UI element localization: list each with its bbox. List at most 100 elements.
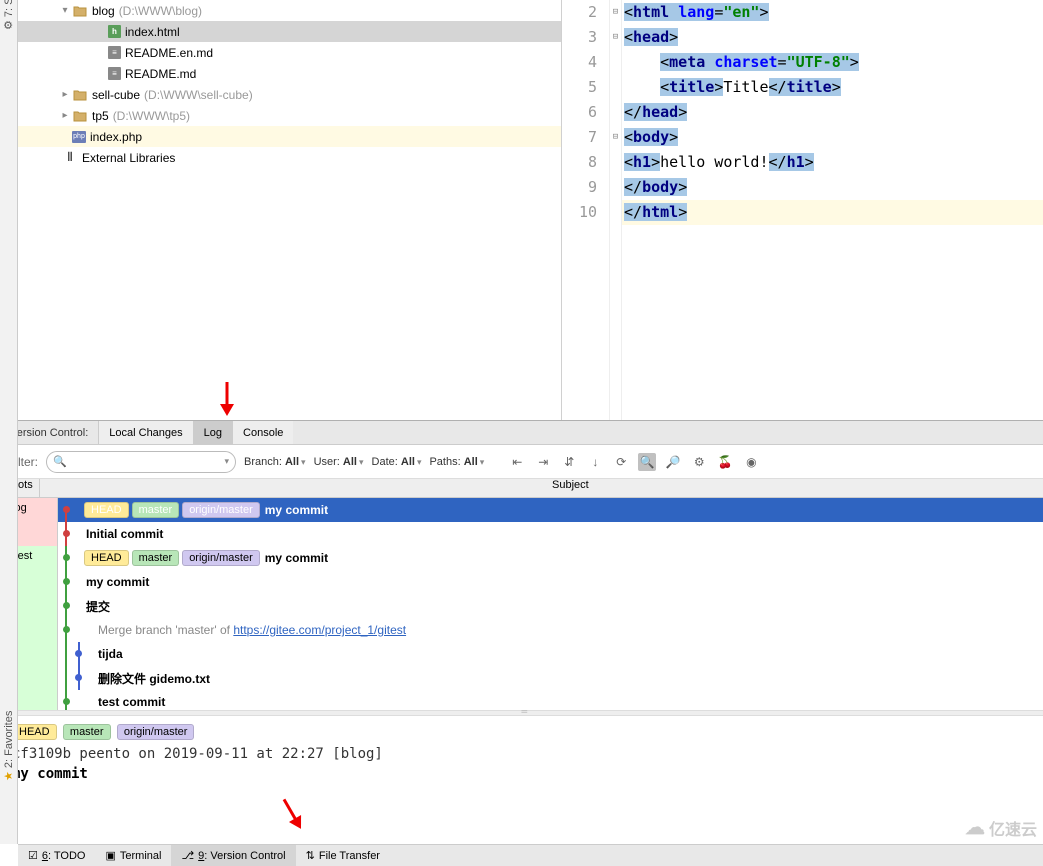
refresh-icon[interactable]: ⟳	[612, 453, 630, 471]
commit-subject: 删除文件 gidemo.txt	[98, 670, 210, 687]
left-tool-gutter: ⚙7: Structure	[0, 0, 18, 420]
log-row[interactable]: test commit	[58, 690, 1043, 710]
log-row[interactable]: 提交	[58, 594, 1043, 618]
tab-log[interactable]: Log	[193, 421, 232, 444]
tab-label: Terminal	[120, 850, 162, 862]
tree-item[interactable]: ⫴External Libraries	[18, 147, 561, 168]
tree-item[interactable]: ≡ README.md	[18, 63, 561, 84]
tab-icon: ⇅	[306, 849, 315, 862]
settings-icon[interactable]: ⚙	[690, 453, 708, 471]
commit-subject: my commit	[265, 503, 328, 517]
dropdown-icon[interactable]: ▾	[224, 456, 229, 467]
search-2-icon[interactable]: 🔎	[664, 453, 682, 471]
tree-arrow-icon[interactable]: ▸	[58, 110, 72, 121]
graph-cell	[62, 570, 84, 594]
commit-subject: Initial commit	[86, 527, 163, 541]
user-filter[interactable]: User: All▾	[314, 456, 364, 468]
html-file-icon: h	[108, 25, 121, 38]
code-area[interactable]: <html lang="en"><head> <meta charset="UT…	[622, 0, 1043, 420]
search-icon: 🔍	[53, 455, 67, 468]
highlight-icon[interactable]: ◉	[742, 453, 760, 471]
editor-pane[interactable]: 2345678910 ⊟⊟⊟ <html lang="en"><head> <m…	[562, 0, 1043, 420]
graph-cell	[62, 642, 96, 666]
graph-cell	[62, 594, 84, 618]
badge-head: HEAD	[12, 724, 57, 740]
collapse-icon[interactable]: ⇤	[508, 453, 526, 471]
tree-item[interactable]: php index.php	[18, 126, 561, 147]
commit-message: my commit	[12, 766, 1031, 782]
tree-label: sell-cube	[92, 88, 140, 102]
intellisort-icon[interactable]: ⇵	[560, 453, 578, 471]
commit-subject: my commit	[86, 575, 149, 589]
line-numbers: 2345678910	[562, 0, 610, 420]
log-row[interactable]: HEADmasterorigin/mastermy commit	[58, 546, 1043, 570]
bottom-tab[interactable]: ⇅ File Transfer	[296, 845, 390, 866]
ref-badge: master	[132, 502, 180, 518]
graph-cell	[62, 546, 84, 570]
commit-link[interactable]: https://gitee.com/project_1/gitest	[233, 623, 406, 637]
log-row[interactable]: 删除文件 gidemo.txt	[58, 666, 1043, 690]
badge-master: master	[63, 724, 111, 740]
tree-label: tp5	[92, 109, 109, 123]
tab-console[interactable]: Console	[232, 421, 293, 444]
tab-label: 9: Version Control	[198, 850, 285, 862]
bottom-tab[interactable]: ▣ Terminal	[96, 845, 172, 866]
tree-arrow-icon[interactable]: ▾	[58, 5, 72, 16]
goto-icon[interactable]: ↓	[586, 453, 604, 471]
preview-icon[interactable]: 🔍	[638, 453, 656, 471]
panel-resizer[interactable]	[0, 710, 1043, 716]
version-control-panel: Version Control: Local Changes Log Conso…	[0, 420, 1043, 816]
php-file-icon: php	[72, 131, 86, 143]
bottom-tab[interactable]: ☑6: TODO	[18, 845, 96, 866]
ref-badge: HEAD	[84, 550, 129, 566]
tree-label: index.php	[90, 130, 142, 144]
library-icon: ⫴	[62, 150, 78, 166]
vc-tab-bar: Version Control: Local Changes Log Conso…	[0, 421, 1043, 445]
tab-local-changes[interactable]: Local Changes	[98, 421, 192, 444]
tab-label: File Transfer	[319, 850, 380, 862]
expand-icon[interactable]: ⇥	[534, 453, 552, 471]
log-row[interactable]: my commit	[58, 570, 1043, 594]
tree-item[interactable]: ▾blog(D:\WWW\blog)	[18, 0, 561, 21]
log-row[interactable]: tijda	[58, 642, 1043, 666]
md-file-icon: ≡	[108, 67, 121, 80]
log-row[interactable]: Merge branch 'master' of https://gitee.c…	[58, 618, 1043, 642]
cherry-pick-icon[interactable]: 🍒	[716, 453, 734, 471]
log-list[interactable]: HEADmasterorigin/mastermy commitInitial …	[58, 498, 1043, 710]
folder-icon	[72, 3, 88, 19]
tab-label: 6: TODO	[42, 850, 86, 862]
tab-icon: ⎇	[181, 849, 194, 862]
ref-badge: master	[132, 550, 180, 566]
tree-arrow-icon[interactable]: ▸	[58, 89, 72, 100]
fold-column[interactable]: ⊟⊟⊟	[610, 0, 622, 420]
structure-tab[interactable]: ⚙7: Structure	[2, 0, 15, 30]
graph-cell	[62, 522, 84, 546]
ref-badge: HEAD	[84, 502, 129, 518]
tab-icon: ▣	[106, 849, 116, 862]
log-row[interactable]: Initial commit	[58, 522, 1043, 546]
filter-search[interactable]: 🔍 ▾	[46, 451, 236, 473]
vc-filter-bar: Filter: 🔍 ▾ Branch: All▾ User: All▾ Date…	[0, 445, 1043, 479]
bottom-tab[interactable]: ⎇ 9: Version Control	[171, 845, 295, 866]
ref-badge: origin/master	[182, 502, 260, 518]
tree-label: blog	[92, 4, 115, 18]
commit-subject: 提交	[86, 598, 110, 615]
commit-subject: test commit	[98, 695, 165, 709]
date-filter[interactable]: Date: All▾	[372, 456, 422, 468]
left-gutter-lower: ★2: Favorites	[0, 420, 18, 844]
graph-cell	[62, 618, 96, 642]
branch-filter[interactable]: Branch: All▾	[244, 456, 306, 468]
project-tree[interactable]: ▾blog(D:\WWW\blog)hindex.html≡README.en.…	[18, 0, 562, 420]
paths-filter[interactable]: Paths: All▾	[429, 456, 484, 468]
tree-item[interactable]: ▸sell-cube(D:\WWW\sell-cube)	[18, 84, 561, 105]
tree-item[interactable]: hindex.html	[18, 21, 561, 42]
tree-item[interactable]: ≡README.en.md	[18, 42, 561, 63]
log-row[interactable]: HEADmasterorigin/master my commit	[58, 498, 1043, 522]
main-area: ⚙7: Structure ▾blog(D:\WWW\blog)hindex.h…	[0, 0, 1043, 420]
subject-header[interactable]: Subject	[40, 479, 1043, 497]
favorites-tab[interactable]: ★2: Favorites	[2, 711, 15, 781]
tree-label: README.md	[125, 67, 196, 81]
md-file-icon: ≡	[108, 46, 121, 59]
commit-subject: tijda	[98, 647, 123, 661]
tree-item[interactable]: ▸tp5(D:\WWW\tp5)	[18, 105, 561, 126]
